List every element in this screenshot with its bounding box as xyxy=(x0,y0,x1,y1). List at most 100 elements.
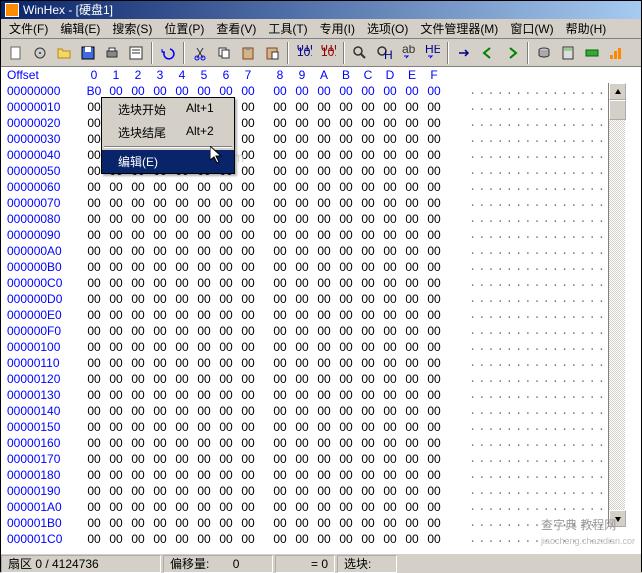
hex-byte[interactable]: 00 xyxy=(171,435,193,451)
hex-byte[interactable]: 00 xyxy=(401,147,423,163)
hex-byte[interactable]: 00 xyxy=(83,339,105,355)
hex-byte[interactable]: 00 xyxy=(215,531,237,547)
hex-byte[interactable]: 00 xyxy=(149,451,171,467)
hex-byte[interactable]: 00 xyxy=(401,499,423,515)
hex-byte[interactable]: 00 xyxy=(269,515,291,531)
hex-byte[interactable]: 00 xyxy=(149,323,171,339)
hex-byte[interactable]: 00 xyxy=(291,531,313,547)
hex-byte[interactable]: 00 xyxy=(149,179,171,195)
hex-byte[interactable]: 00 xyxy=(149,371,171,387)
hex-byte[interactable]: 00 xyxy=(105,387,127,403)
hex-byte[interactable]: 00 xyxy=(423,275,445,291)
hex-byte[interactable]: 00 xyxy=(127,227,149,243)
scroll-up-button[interactable] xyxy=(609,83,626,100)
hex-byte[interactable]: 00 xyxy=(357,163,379,179)
ascii-row[interactable]: ................ xyxy=(469,163,607,179)
hex-byte[interactable]: 00 xyxy=(215,307,237,323)
hex-byte[interactable]: 00 xyxy=(291,179,313,195)
hex-byte[interactable]: 00 xyxy=(379,419,401,435)
hex-byte[interactable]: 00 xyxy=(127,403,149,419)
hex-byte[interactable]: 00 xyxy=(269,83,291,99)
hex-byte[interactable]: 00 xyxy=(127,435,149,451)
hex-byte[interactable]: 00 xyxy=(313,291,335,307)
hex-byte[interactable]: 00 xyxy=(83,243,105,259)
hex-byte[interactable]: 00 xyxy=(237,259,259,275)
calc-button[interactable] xyxy=(557,42,579,64)
hex-byte[interactable]: 00 xyxy=(193,435,215,451)
hex-byte[interactable]: 00 xyxy=(357,99,379,115)
ascii-row[interactable]: ................ xyxy=(469,131,607,147)
hex-byte[interactable]: 00 xyxy=(335,323,357,339)
hex-byte[interactable]: 00 xyxy=(215,499,237,515)
hex-byte[interactable]: 00 xyxy=(269,259,291,275)
hex-byte[interactable]: 00 xyxy=(313,531,335,547)
ascii-row[interactable]: ................ xyxy=(469,211,607,227)
hex-byte[interactable]: 00 xyxy=(335,99,357,115)
find-hex-button[interactable]: HEX xyxy=(373,42,395,64)
hex-byte[interactable]: 00 xyxy=(335,515,357,531)
hex-byte[interactable]: 00 xyxy=(237,403,259,419)
hex-byte[interactable]: 00 xyxy=(171,451,193,467)
replace-hex-button[interactable]: HEX xyxy=(421,42,443,64)
hex-byte[interactable]: 00 xyxy=(127,419,149,435)
hex-byte[interactable]: 00 xyxy=(379,339,401,355)
hex-byte[interactable]: 00 xyxy=(379,451,401,467)
hex-byte[interactable]: 00 xyxy=(313,483,335,499)
hex-byte[interactable]: 00 xyxy=(313,451,335,467)
hex-byte[interactable]: 00 xyxy=(357,179,379,195)
disk-button[interactable] xyxy=(533,42,555,64)
hex-byte[interactable]: 00 xyxy=(379,531,401,547)
hex-byte[interactable]: 00 xyxy=(379,483,401,499)
hex-byte[interactable]: 00 xyxy=(215,355,237,371)
hex-byte[interactable]: 00 xyxy=(171,307,193,323)
hex-byte[interactable]: 00 xyxy=(269,195,291,211)
properties-button[interactable] xyxy=(125,42,147,64)
hex-byte[interactable]: 00 xyxy=(127,275,149,291)
hex-byte[interactable]: 00 xyxy=(313,339,335,355)
hex-byte[interactable]: 00 xyxy=(401,531,423,547)
hex-byte[interactable]: 00 xyxy=(291,467,313,483)
ascii-row[interactable]: ................ xyxy=(469,451,607,467)
hex-byte[interactable]: 00 xyxy=(379,259,401,275)
hex-byte[interactable]: 00 xyxy=(379,147,401,163)
hex-byte[interactable]: 00 xyxy=(171,227,193,243)
hex-byte[interactable]: 00 xyxy=(291,83,313,99)
hex-byte[interactable]: 00 xyxy=(401,115,423,131)
hex-byte[interactable]: 00 xyxy=(313,259,335,275)
hex-byte[interactable]: 00 xyxy=(401,163,423,179)
hex-byte[interactable]: 00 xyxy=(423,323,445,339)
hex-byte[interactable]: 00 xyxy=(291,259,313,275)
hex-byte[interactable]: 00 xyxy=(83,419,105,435)
hex-byte[interactable]: 00 xyxy=(193,387,215,403)
hex-byte[interactable]: 00 xyxy=(335,179,357,195)
hex-byte[interactable]: 00 xyxy=(105,499,127,515)
hex-byte[interactable]: 00 xyxy=(335,499,357,515)
hex-byte[interactable]: 00 xyxy=(127,323,149,339)
hex-byte[interactable]: 00 xyxy=(193,419,215,435)
hex-byte[interactable]: 00 xyxy=(335,483,357,499)
undo-button[interactable] xyxy=(157,42,179,64)
hex-byte[interactable]: 00 xyxy=(83,227,105,243)
hex-byte[interactable]: 00 xyxy=(193,531,215,547)
hex-byte[interactable]: 00 xyxy=(83,467,105,483)
hex-byte[interactable]: 00 xyxy=(423,147,445,163)
ascii-row[interactable]: ................ xyxy=(469,419,607,435)
hex-byte[interactable]: 00 xyxy=(83,531,105,547)
menu-edit[interactable]: 编辑(E) xyxy=(54,18,106,39)
hex-byte[interactable]: 00 xyxy=(379,115,401,131)
hex-byte[interactable]: 00 xyxy=(379,499,401,515)
hex-byte[interactable]: 00 xyxy=(149,435,171,451)
hex-byte[interactable]: 00 xyxy=(357,403,379,419)
hex-byte[interactable]: 00 xyxy=(127,451,149,467)
hex-byte[interactable]: 00 xyxy=(401,307,423,323)
hex-byte[interactable]: 00 xyxy=(291,323,313,339)
save-button[interactable] xyxy=(77,42,99,64)
analysis-button[interactable] xyxy=(605,42,627,64)
hex-byte[interactable]: 00 xyxy=(149,243,171,259)
hex-byte[interactable]: 00 xyxy=(313,131,335,147)
hex-byte[interactable]: 00 xyxy=(237,451,259,467)
hex-byte[interactable]: 00 xyxy=(313,99,335,115)
ascii-row[interactable]: ................ xyxy=(469,227,607,243)
hex-byte[interactable]: 00 xyxy=(379,83,401,99)
hex-byte[interactable]: 00 xyxy=(237,499,259,515)
